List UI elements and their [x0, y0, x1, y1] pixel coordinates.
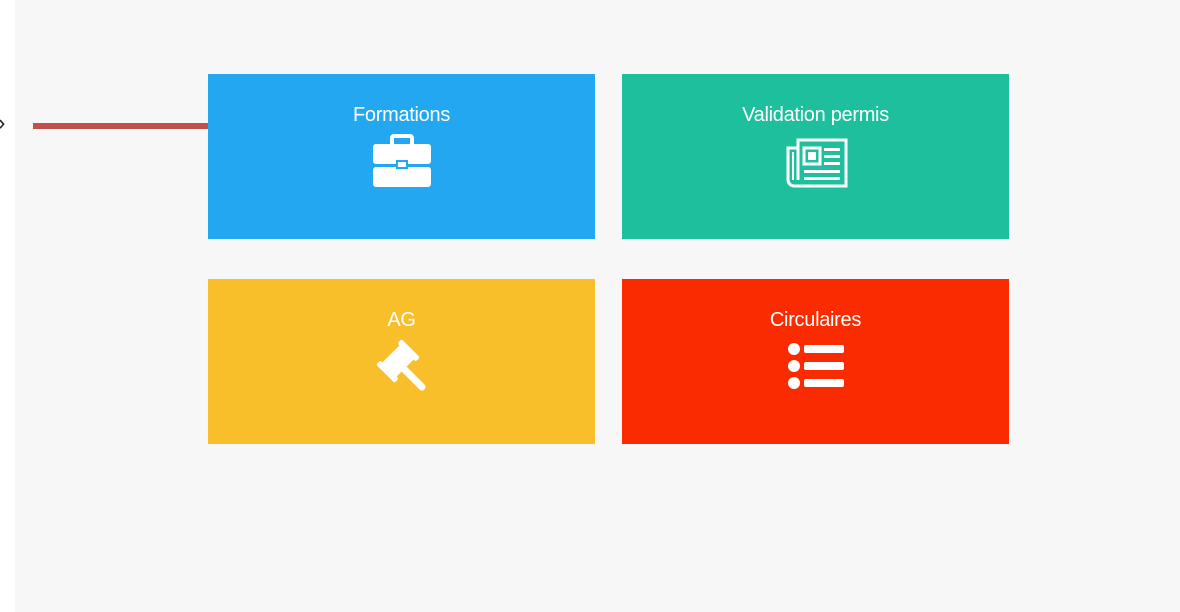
tile-ag[interactable]: AG	[208, 279, 595, 444]
briefcase-icon	[370, 134, 434, 190]
tile-label: Circulaires	[769, 309, 862, 331]
chevron-right-icon[interactable]: ›	[0, 112, 5, 134]
tile-label: Validation permis	[742, 104, 889, 126]
page: › Formations Validation permis	[0, 0, 1180, 612]
tile-label: AG	[387, 309, 416, 331]
tile-formations[interactable]: Formations	[208, 74, 595, 239]
tile-label: Formations	[352, 104, 451, 126]
tile-circulaires[interactable]: Circulaires	[622, 279, 1009, 444]
newspaper-icon	[784, 134, 848, 190]
list-icon	[784, 339, 848, 395]
tile-validation-permis[interactable]: Validation permis	[622, 74, 1009, 239]
gavel-icon	[370, 339, 434, 395]
